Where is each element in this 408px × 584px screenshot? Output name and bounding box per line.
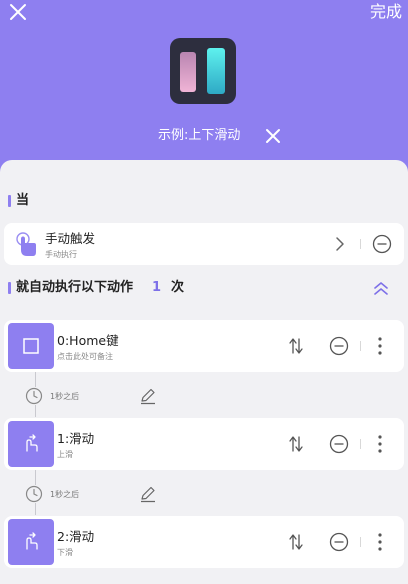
app-icon-bar-left (180, 52, 196, 92)
hand-tap-icon (16, 232, 36, 256)
trigger-subtitle: 手动执行 (45, 250, 77, 259)
edit-pencil-icon[interactable] (139, 485, 157, 503)
chevron-right-icon[interactable] (334, 236, 346, 252)
section-marker (8, 195, 11, 207)
swipe-gesture-icon (26, 434, 38, 452)
trigger-title: 手动触发 (45, 231, 96, 246)
divider (360, 239, 361, 249)
reorder-icon[interactable] (288, 337, 304, 355)
header: 完成 示例:上下滑动 (0, 0, 408, 172)
timeline-line (35, 372, 36, 387)
close-icon[interactable] (8, 2, 28, 22)
delay-text: 1秒之后 (50, 392, 80, 401)
more-options-icon[interactable] (374, 433, 386, 455)
action-note[interactable]: 下滑 (57, 547, 73, 558)
trigger-card[interactable]: 手动触发 手动执行 (4, 223, 404, 265)
action-card[interactable]: 1:滑动 上滑 (4, 418, 404, 470)
edit-pencil-icon[interactable] (139, 387, 157, 405)
action-title: 2:滑动 (57, 529, 95, 544)
clock-icon (25, 485, 43, 503)
action-title: 0:Home键 (57, 333, 119, 348)
action-icon-tile[interactable] (8, 323, 54, 369)
app-icon (170, 38, 236, 104)
delay-row: 1秒之后 (0, 470, 408, 515)
action-card[interactable]: 2:滑动 下滑 (4, 516, 404, 568)
more-options-icon[interactable] (374, 335, 386, 357)
reorder-icon[interactable] (288, 435, 304, 453)
app-icon-bar-right (207, 48, 225, 94)
divider (360, 439, 361, 449)
timeline-line (35, 503, 36, 515)
timeline-line (35, 405, 36, 417)
action-note[interactable]: 点击此处可备注 (57, 351, 113, 362)
swipe-gesture-icon (26, 532, 38, 550)
square-icon (23, 338, 39, 354)
trigger-section-title: 当 (16, 193, 30, 208)
action-icon-tile[interactable] (8, 421, 54, 467)
more-options-icon[interactable] (374, 531, 386, 553)
done-button[interactable]: 完成 (370, 2, 402, 22)
script-title[interactable]: 示例:上下滑动 (158, 126, 240, 146)
reorder-icon[interactable] (288, 533, 304, 551)
divider (360, 537, 361, 547)
section-marker (8, 282, 11, 294)
action-card[interactable]: 0:Home键 点击此处可备注 (4, 320, 404, 372)
repeat-unit: 次 (171, 280, 185, 295)
clear-title-icon[interactable] (265, 128, 281, 144)
action-icon-tile[interactable] (8, 519, 54, 565)
repeat-count[interactable]: 1 (152, 279, 161, 297)
remove-action-icon[interactable] (329, 434, 349, 454)
action-title: 1:滑动 (57, 431, 95, 446)
action-section-title: 就自动执行以下动作 (16, 280, 134, 295)
timeline-line (35, 470, 36, 485)
action-note[interactable]: 上滑 (57, 449, 73, 460)
remove-action-icon[interactable] (329, 532, 349, 552)
divider (360, 341, 361, 351)
clock-icon (25, 387, 43, 405)
delay-row: 1秒之后 (0, 372, 408, 417)
collapse-icon[interactable] (373, 280, 389, 296)
remove-action-icon[interactable] (329, 336, 349, 356)
delay-text: 1秒之后 (50, 490, 80, 499)
remove-trigger-icon[interactable] (372, 234, 392, 254)
